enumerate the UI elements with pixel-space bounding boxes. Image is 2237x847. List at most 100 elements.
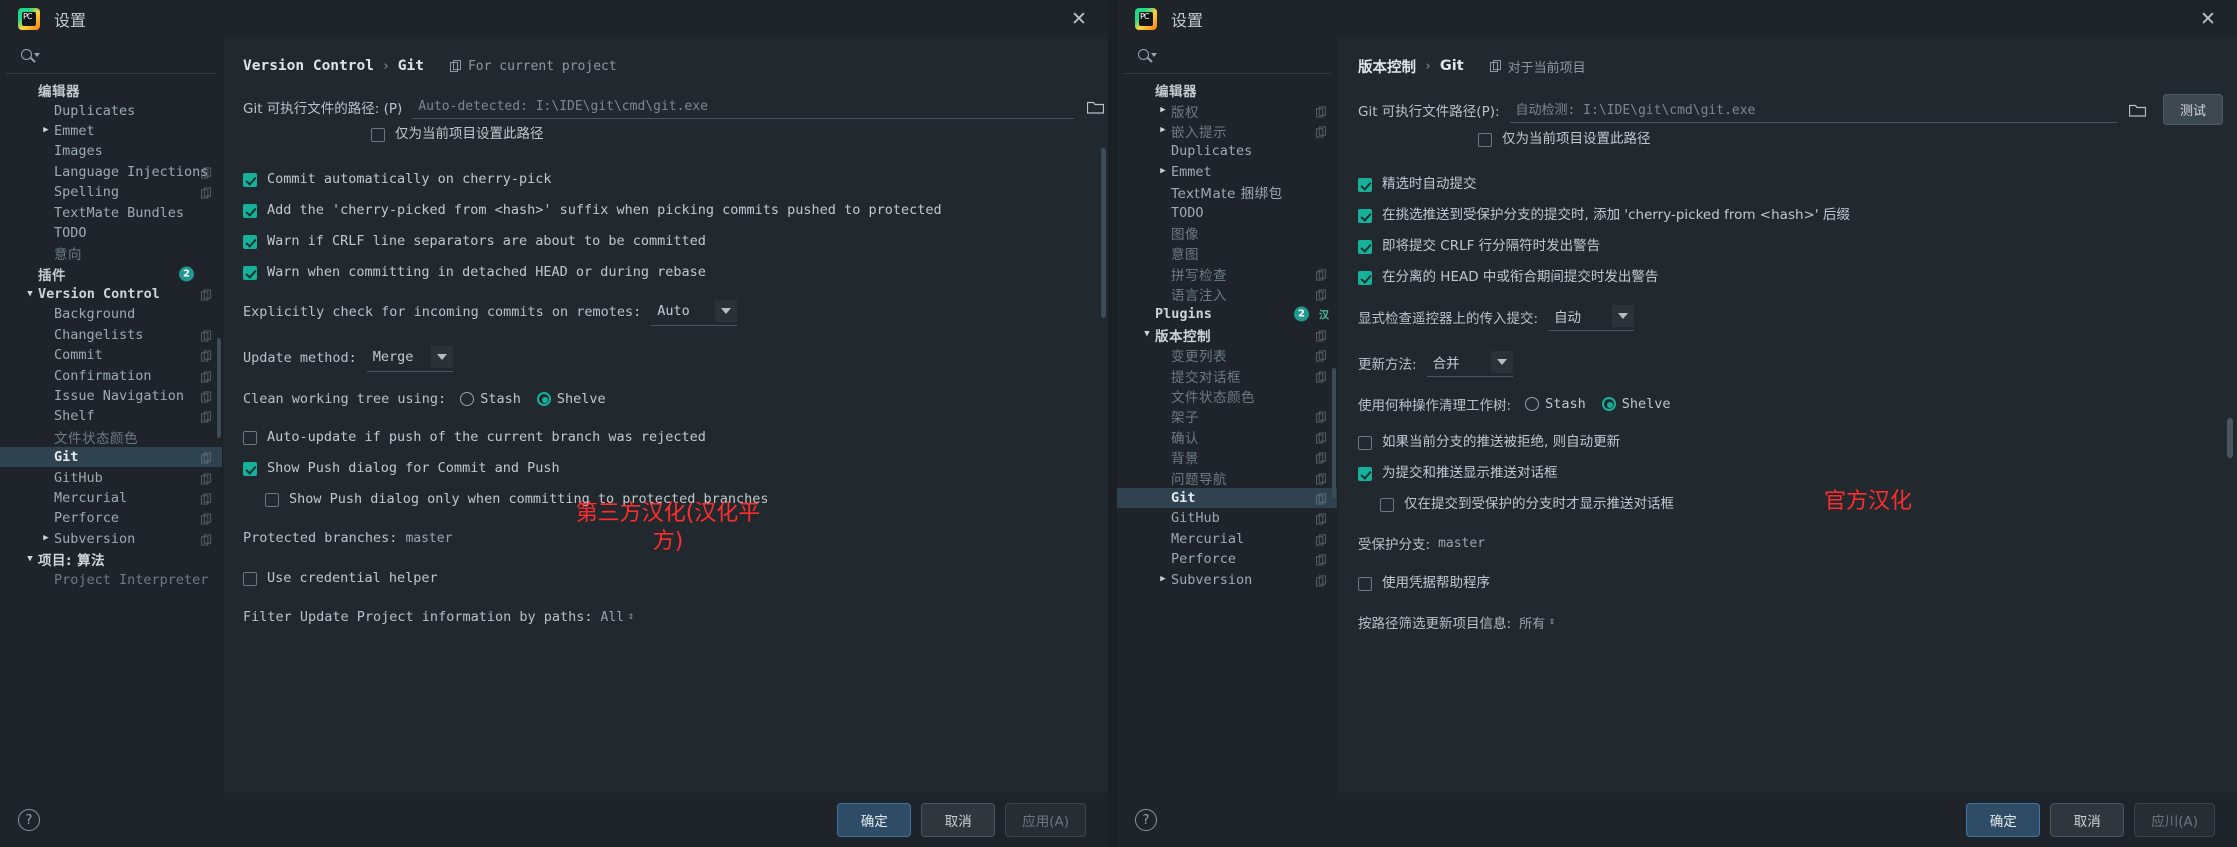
chevron-right-icon[interactable]: ▶ (38, 534, 54, 543)
protected-branches-value[interactable]: master (405, 531, 452, 546)
sidebar-item-[interactable]: 拼写检查 (1117, 264, 1337, 284)
chevron-right-icon[interactable]: ▶ (38, 126, 54, 135)
copy-settings-icon[interactable] (201, 452, 212, 464)
filter-paths-value[interactable]: 所有 (1519, 613, 1545, 632)
copy-settings-icon[interactable] (201, 350, 212, 362)
sidebar-item-version-control[interactable]: ▼ Version Control (0, 284, 222, 304)
copy-settings-icon[interactable] (1316, 350, 1327, 362)
sidebar-item-[interactable]: 背景 (1117, 447, 1337, 467)
filter-paths-value[interactable]: All (601, 610, 624, 625)
push-protected-checkbox[interactable] (1380, 498, 1394, 512)
sidebar-item-textmate-bundles[interactable]: TextMate Bundles (0, 202, 222, 222)
detail-scrollbar-right[interactable] (2227, 418, 2233, 458)
search-input-right[interactable] (1123, 40, 1331, 74)
sidebar-item-language-injections[interactable]: Language Injections (0, 162, 222, 182)
explicit-check-combo[interactable]: 自动 (1548, 303, 1635, 331)
sidebar-item-project-interpreter[interactable]: Project Interpreter (0, 569, 222, 589)
auto-update-checkbox[interactable] (1358, 436, 1372, 450)
update-method-combo[interactable]: Merge (366, 344, 453, 372)
copy-settings-icon[interactable] (1316, 513, 1327, 525)
copy-settings-icon[interactable] (1316, 268, 1327, 281)
sidebar-item-[interactable]: 变更列表 (1117, 345, 1337, 365)
copy-settings-icon[interactable] (201, 513, 212, 525)
search-input-left[interactable] (6, 40, 216, 74)
copy-settings-icon[interactable] (201, 472, 212, 485)
sidebar-item-git[interactable]: Git (1117, 487, 1337, 509)
cancel-button-left[interactable]: 取消 (921, 803, 996, 837)
copy-settings-icon[interactable] (1316, 411, 1327, 423)
browse-folder-icon[interactable] (2125, 99, 2151, 121)
apply-button-left[interactable]: 应用(A) (1005, 803, 1086, 837)
project-only-checkbox[interactable] (1478, 133, 1492, 147)
close-icon-right[interactable]: ✕ (2195, 6, 2221, 32)
chevron-down-icon[interactable]: ▼ (22, 289, 38, 299)
clean-stash-radio[interactable] (1525, 397, 1540, 411)
copy-settings-icon[interactable] (1316, 431, 1327, 444)
copy-settings-icon[interactable] (201, 187, 212, 199)
cherry-suffix-checkbox[interactable] (243, 204, 257, 218)
git-path-input[interactable]: Auto-detected: I:\IDE\git\cmd\git.exe (412, 96, 1074, 119)
ok-button-right[interactable]: 确定 (1966, 803, 2041, 837)
sidebar-item-github[interactable]: GitHub (0, 467, 222, 487)
copy-settings-icon[interactable] (201, 411, 212, 423)
commit-auto-checkbox[interactable] (1358, 178, 1372, 192)
sidebar-item-plugins[interactable]: Plugins 2 汉 (1117, 304, 1337, 324)
sidebar-item-subversion[interactable]: ▶ Subversion (1117, 569, 1337, 589)
push-dialog-checkbox[interactable] (243, 462, 257, 476)
sidebar-item-perforce[interactable]: Perforce (0, 508, 222, 528)
sidebar-scrollbar-right[interactable] (1332, 368, 1336, 498)
copy-settings-icon[interactable] (201, 329, 212, 342)
sidebar-item-images[interactable]: Images (0, 141, 222, 161)
chevron-right-icon[interactable]: ▶ (1155, 106, 1171, 115)
copy-settings-icon[interactable] (1316, 574, 1327, 587)
copy-settings-icon[interactable] (1316, 554, 1327, 566)
copy-settings-icon[interactable] (201, 533, 212, 546)
sidebar-item-textmate[interactable]: TextMate 捆绑包 (1117, 182, 1337, 202)
test-button[interactable]: 测试 (2162, 94, 2223, 125)
sidebar-item-background[interactable]: Background (0, 304, 222, 324)
copy-settings-icon[interactable] (1316, 493, 1327, 505)
copy-settings-icon[interactable] (1316, 329, 1327, 342)
sidebar-item-issue-navigation[interactable]: Issue Navigation (0, 386, 222, 406)
chevron-right-icon[interactable]: ▶ (1155, 126, 1171, 135)
sidebar-item-duplicates[interactable]: Duplicates (0, 100, 222, 120)
sidebar-item-subversion[interactable]: ▶ Subversion (0, 529, 222, 549)
sidebar-item-git[interactable]: Git (0, 447, 222, 468)
sidebar-item-[interactable]: 意图 (1117, 243, 1337, 263)
stepper-icon[interactable]: ⇕ (1549, 617, 1555, 627)
copy-settings-icon[interactable] (1316, 370, 1327, 383)
detached-head-checkbox[interactable] (1358, 271, 1372, 285)
sidebar-item-[interactable]: 编辑器 (0, 80, 222, 100)
sidebar-item-mercurial[interactable]: Mercurial (0, 488, 222, 508)
sidebar-item-[interactable]: 图像 (1117, 223, 1337, 243)
chevron-right-icon[interactable]: ▶ (1155, 575, 1171, 584)
copy-settings-icon[interactable] (1316, 452, 1327, 464)
sidebar-scrollbar-left[interactable] (217, 338, 221, 438)
crlf-warn-checkbox[interactable] (1358, 240, 1372, 254)
sidebar-item-emmet[interactable]: ▶ Emmet (0, 121, 222, 141)
sidebar-item-todo[interactable]: TODO (1117, 202, 1337, 222)
crlf-warn-checkbox[interactable] (243, 235, 257, 249)
credential-helper-checkbox[interactable] (243, 572, 257, 586)
sidebar-item-[interactable]: 问题导航 (1117, 467, 1337, 488)
sidebar-item-[interactable]: 文件状态颜色 (1117, 386, 1337, 406)
commit-auto-checkbox[interactable] (243, 173, 257, 187)
sidebar-item-[interactable]: 语言注入 (1117, 284, 1337, 304)
sidebar-item-[interactable]: 编辑器 (1117, 80, 1337, 100)
browse-folder-icon[interactable] (1082, 96, 1108, 118)
sidebar-item-[interactable]: ▼ 版本控制 (1117, 325, 1337, 345)
credential-helper-checkbox[interactable] (1358, 577, 1372, 591)
update-method-combo[interactable]: 合并 (1426, 349, 1513, 377)
sidebar-item-[interactable]: 架子 (1117, 406, 1337, 426)
sidebar-item-[interactable]: 意向 (0, 243, 222, 263)
copy-settings-icon[interactable] (201, 289, 212, 301)
help-button-right[interactable]: ? (1135, 809, 1157, 831)
copy-settings-icon[interactable] (201, 391, 212, 403)
project-only-checkbox[interactable] (371, 128, 385, 142)
sidebar-item-confirmation[interactable]: Confirmation (0, 365, 222, 385)
breadcrumb-part-1[interactable]: 版本控制 (1358, 56, 1416, 77)
sidebar-item-spelling[interactable]: Spelling (0, 182, 222, 202)
git-path-input[interactable]: 自动检测: I:\IDE\git\cmd\git.exe (1509, 96, 2117, 123)
ok-button-left[interactable]: 确定 (837, 803, 912, 837)
copy-settings-icon[interactable] (1316, 533, 1327, 546)
